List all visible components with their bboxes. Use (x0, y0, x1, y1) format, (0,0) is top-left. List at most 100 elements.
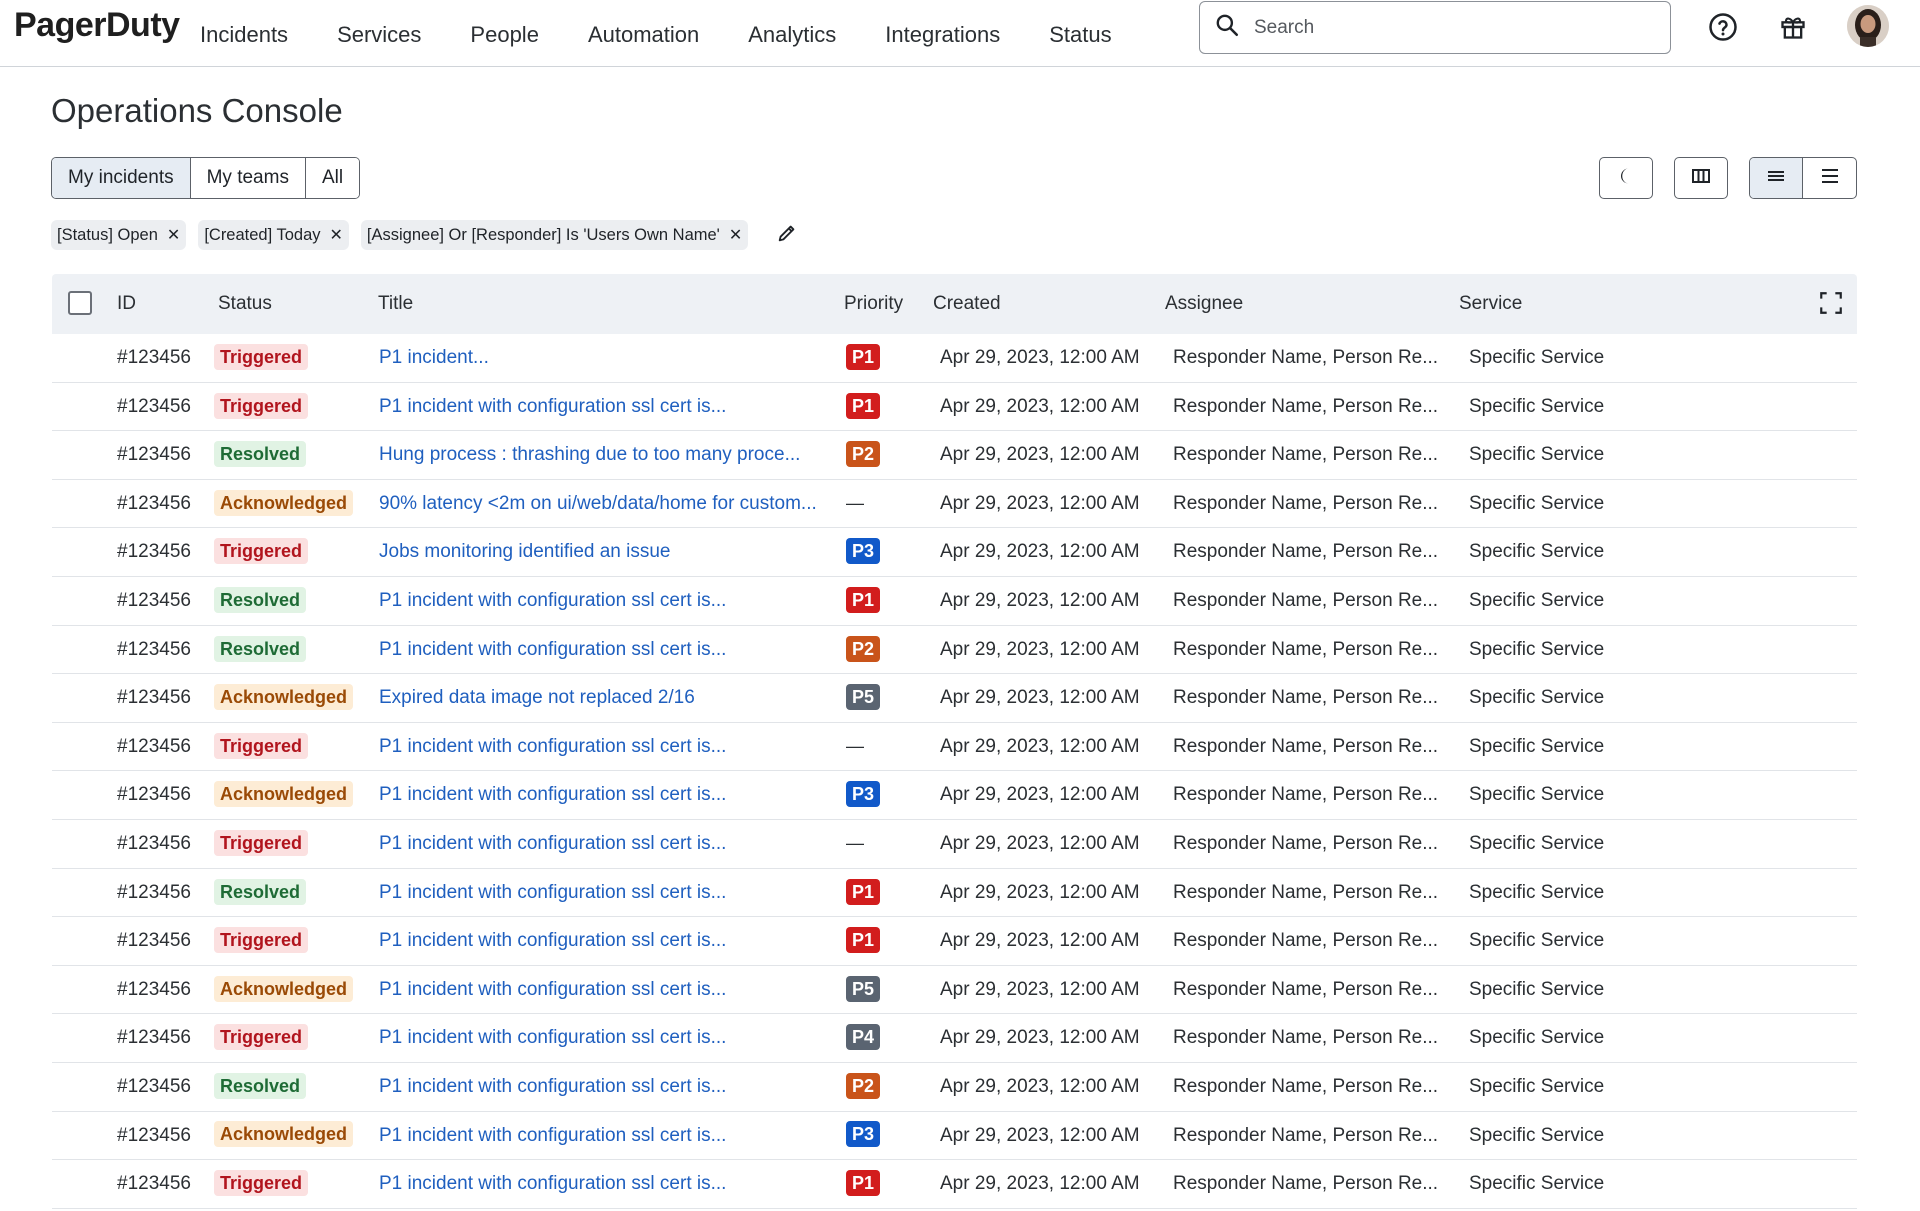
incident-title-link[interactable]: Expired data image not replaced 2/16 (379, 674, 695, 722)
priority-badge: — (846, 492, 864, 513)
incident-title-link[interactable]: 90% latency <2m on ui/web/data/home for … (379, 480, 817, 528)
incident-id: #123456 (117, 978, 191, 1000)
nav-link-status[interactable]: Status (1049, 20, 1111, 48)
tab-all[interactable]: All (305, 158, 360, 198)
assignee-names: Responder Name, Person Re... (1173, 492, 1439, 514)
nav-link-services[interactable]: Services (337, 20, 421, 48)
status-cell: Resolved (214, 869, 307, 917)
incident-title-link[interactable]: P1 incident with configuration ssl cert … (379, 1112, 726, 1160)
search-input[interactable] (1252, 15, 1652, 40)
dark-mode-button[interactable] (1599, 157, 1653, 199)
status-badge: Triggered (214, 1024, 309, 1051)
column-header-title[interactable]: Title (378, 274, 413, 334)
table-row[interactable]: #123456 Acknowledged Expired data image no… (52, 674, 1857, 723)
incident-title-link[interactable]: P1 incident with configuration ssl cert … (379, 966, 726, 1014)
status-cell: Acknowledged (214, 1112, 354, 1160)
service-name: Specific Service (1469, 1124, 1605, 1146)
nav-link-incidents[interactable]: Incidents (200, 20, 288, 48)
table-row[interactable]: #123456 Resolved P1 incident with configur… (52, 869, 1857, 918)
status-badge: Triggered (214, 392, 309, 419)
assignee-names: Responder Name, Person Re... (1173, 347, 1439, 368)
filter-chip-label: [Assignee] Or [Responder] Is 'Users Own … (366, 225, 720, 244)
incident-title-link[interactable]: P1 incident with configuration ssl cert … (379, 577, 726, 625)
select-all-checkbox[interactable] (68, 291, 92, 315)
columns-button[interactable] (1674, 157, 1728, 199)
column-header-priority[interactable]: Priority (844, 274, 903, 334)
column-header-assignee[interactable]: Assignee (1165, 274, 1243, 334)
table-row[interactable]: #123456 Resolved P1 incident with configur… (52, 577, 1857, 626)
close-icon[interactable]: ✕ (167, 225, 180, 245)
close-icon[interactable]: ✕ (729, 225, 742, 245)
search-box[interactable] (1199, 1, 1671, 54)
nav-links: Incidents Services People Automation Ana… (200, 0, 1161, 67)
help-icon[interactable] (1706, 10, 1740, 44)
tab-my-incidents[interactable]: My incidents (52, 158, 191, 198)
table-row[interactable]: #123456 Triggered Jobs monitoring identifi… (52, 528, 1857, 577)
table-row[interactable]: #123456 Triggered P1 incident with configu… (52, 383, 1857, 432)
incident-title-link[interactable]: P1 incident with configuration ssl cert … (379, 383, 726, 431)
close-icon[interactable]: ✕ (330, 225, 343, 245)
incident-id: #123456 (117, 1075, 191, 1097)
incident-title-link[interactable]: P1 incident with configuration ssl cert … (379, 626, 726, 674)
service-name: Specific Service (1469, 832, 1605, 854)
status-cell: Triggered (214, 1160, 309, 1208)
fullscreen-icon[interactable] (1818, 290, 1844, 316)
nav-link-automation[interactable]: Automation (588, 20, 699, 48)
table-row[interactable]: #123456 Resolved P1 incident with configur… (52, 1063, 1857, 1112)
tab-my-teams[interactable]: My teams (190, 158, 306, 198)
service-name: Specific Service (1469, 492, 1605, 514)
table-row[interactable]: #123456 Triggered P1 incident with configu… (52, 1014, 1857, 1063)
table-row[interactable]: #123456 Triggered P1 incident... P1 Apr 29, … (52, 334, 1857, 383)
created-date: Apr 29, 2023, 12:00 AM (940, 638, 1140, 660)
density-compact-button[interactable] (1750, 158, 1803, 198)
incident-title-link[interactable]: P1 incident... (379, 334, 489, 382)
assignee-names: Responder Name, Person Re... (1173, 832, 1439, 854)
assignee-names: Responder Name, Person Re... (1173, 444, 1439, 466)
table-row[interactable]: #123456 Resolved P1 incident with configur… (52, 626, 1857, 675)
gift-icon[interactable] (1776, 10, 1810, 44)
priority-cell: — (846, 480, 866, 528)
priority-badge: P1 (846, 586, 880, 613)
column-header-id[interactable]: ID (117, 274, 136, 334)
status-badge: Resolved (214, 1072, 307, 1099)
density-comfortable-button[interactable] (1803, 158, 1856, 198)
incident-title-link[interactable]: P1 incident with configuration ssl cert … (379, 1063, 726, 1111)
created-date: Apr 29, 2023, 12:00 AM (940, 589, 1140, 611)
column-header-status[interactable]: Status (218, 274, 272, 334)
status-cell: Acknowledged (214, 966, 354, 1014)
table-row[interactable]: #123456 Acknowledged P1 incident with conf… (52, 1112, 1857, 1161)
priority-cell: P1 (846, 383, 880, 431)
table-row[interactable]: #123456 Triggered P1 incident with configu… (52, 723, 1857, 772)
table-row[interactable]: #123456 Triggered P1 incident with configu… (52, 1160, 1857, 1209)
incident-title-link[interactable]: P1 incident with configuration ssl cert … (379, 917, 726, 965)
column-header-created[interactable]: Created (933, 274, 1001, 334)
incident-title-link[interactable]: P1 incident with configuration ssl cert … (379, 869, 726, 917)
pagerduty-logo[interactable]: PagerDuty (14, 6, 180, 45)
table-row[interactable]: #123456 Acknowledged P1 incident with conf… (52, 771, 1857, 820)
table-row[interactable]: #123456 Acknowledged 90% latency <2m on ui… (52, 480, 1857, 529)
user-avatar[interactable] (1847, 5, 1889, 47)
incident-title-link[interactable]: P1 incident with configuration ssl cert … (379, 1014, 726, 1062)
column-header-service[interactable]: Service (1459, 274, 1522, 334)
table-row[interactable]: #123456 Acknowledged P1 incident with conf… (52, 966, 1857, 1015)
created-date: Apr 29, 2023, 12:00 AM (940, 687, 1140, 709)
created-date: Apr 29, 2023, 12:00 AM (940, 832, 1140, 854)
incident-title-link[interactable]: Hung process : thrashing due to too many… (379, 431, 800, 479)
priority-cell: P1 (846, 869, 880, 917)
table-row[interactable]: #123456 Triggered P1 incident with configu… (52, 820, 1857, 869)
incident-title-link[interactable]: P1 incident with configuration ssl cert … (379, 820, 726, 868)
status-cell: Resolved (214, 626, 307, 674)
incident-title-link[interactable]: P1 incident with configuration ssl cert … (379, 771, 726, 819)
table-row[interactable]: #123456 Triggered P1 incident with configu… (52, 917, 1857, 966)
incident-id: #123456 (117, 1124, 191, 1146)
table-row[interactable]: #123456 Resolved Hung process : thrashing … (52, 431, 1857, 480)
incident-title-link[interactable]: P1 incident with configuration ssl cert … (379, 723, 726, 771)
incident-title-link[interactable]: Jobs monitoring identified an issue (379, 528, 671, 576)
nav-link-people[interactable]: People (470, 20, 539, 48)
nav-link-analytics[interactable]: Analytics (748, 20, 836, 48)
created-date: Apr 29, 2023, 12:00 AM (940, 1075, 1140, 1097)
nav-link-integrations[interactable]: Integrations (885, 20, 1000, 48)
edit-filters-button[interactable] (772, 220, 802, 250)
status-badge: Resolved (214, 441, 307, 468)
incident-title-link[interactable]: P1 incident with configuration ssl cert … (379, 1160, 726, 1208)
